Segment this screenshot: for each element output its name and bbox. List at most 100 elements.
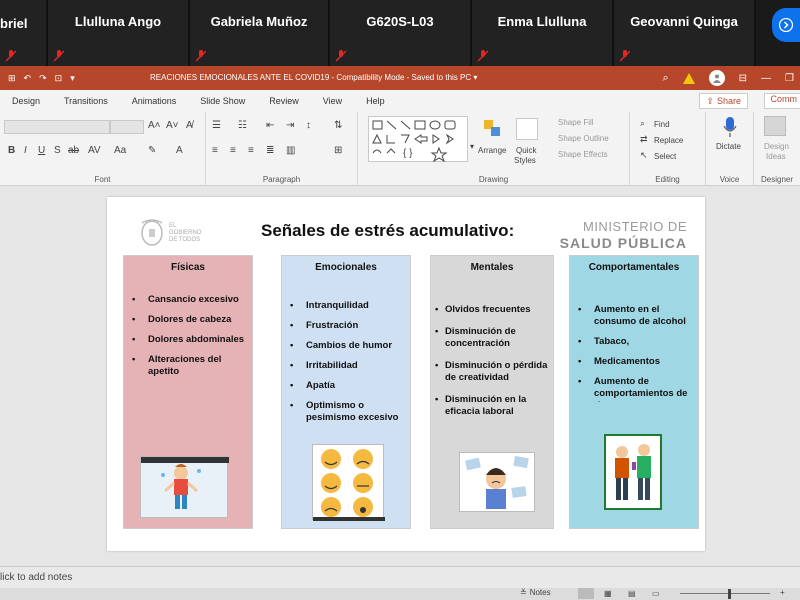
font-size-select[interactable] [110, 120, 144, 134]
dictate-button[interactable]: Dictate [716, 142, 741, 151]
notes-toggle-button[interactable]: ≚ Notes [520, 588, 551, 597]
font-color-icon[interactable]: A [176, 145, 183, 156]
tab-review[interactable]: Review [269, 96, 299, 106]
shape-fill-button[interactable]: Shape Fill [558, 118, 594, 127]
replace-button[interactable]: Replace [654, 136, 683, 145]
design-ideas-label-1[interactable]: Design [764, 142, 789, 151]
reading-view-icon[interactable]: ▤ [628, 589, 636, 598]
list-item: Irritabilidad [286, 360, 406, 372]
zoom-slider-thumb[interactable] [728, 589, 731, 599]
find-icon[interactable]: ⌕ [640, 118, 645, 129]
select-button[interactable]: Select [654, 152, 676, 161]
text-direction-icon[interactable]: ⇅ [334, 120, 342, 131]
tired-person-icon [141, 457, 229, 509]
participant-tile[interactable]: Gabriela Muñoz [190, 0, 330, 66]
participant-tile[interactable]: Enma Llulluna [472, 0, 614, 66]
decrease-font-icon[interactable]: A˅ [166, 120, 179, 131]
shape-outline-button[interactable]: Shape Outline [558, 134, 609, 143]
arrange-icon[interactable] [482, 118, 502, 138]
participant-tile[interactable]: Geovanni Quinga [614, 0, 756, 66]
tired-person-illustration [140, 456, 229, 518]
customize-dropdown-icon[interactable]: ▾ [70, 73, 75, 84]
char-spacing-icon[interactable]: AV [88, 145, 101, 156]
columns-icon[interactable]: ▥ [286, 145, 295, 156]
gallery-more-icon[interactable]: ▾ [470, 142, 474, 151]
underline-icon[interactable]: U [38, 145, 45, 156]
arrange-label[interactable]: Arrange [478, 146, 506, 155]
participant-tile[interactable]: briel [0, 0, 48, 66]
numbering-icon[interactable]: ☷ [238, 120, 247, 131]
share-button[interactable]: ⇪ Share [699, 93, 748, 109]
participant-tile[interactable]: G620S-L03 [330, 0, 472, 66]
zoom-slider[interactable] [680, 593, 770, 594]
find-button[interactable]: Find [654, 120, 670, 129]
voice-group: Dictate Voice [706, 112, 754, 186]
column-title: Emocionales [315, 262, 377, 273]
decrease-indent-icon[interactable]: ⇤ [266, 120, 274, 131]
highlight-icon[interactable]: ✎ [148, 145, 156, 156]
line-spacing-icon[interactable]: ↕ [306, 120, 311, 131]
italic-icon[interactable]: I [24, 145, 27, 156]
column-title: Comportamentales [588, 262, 680, 273]
emotion-faces-icon [313, 449, 385, 521]
participant-tile[interactable]: Llulluna Ango [48, 0, 190, 66]
increase-font-icon[interactable]: A˄ [148, 120, 161, 131]
quick-styles-icon[interactable] [516, 118, 538, 140]
shape-effects-button[interactable]: Shape Effects [558, 150, 608, 159]
column-fisicas[interactable]: Físicas Cansancio excesivo Dolores de ca… [123, 255, 253, 529]
minimize-icon[interactable]: — [761, 73, 771, 84]
comments-button[interactable]: Comm [763, 93, 800, 109]
align-center-icon[interactable]: ≡ [230, 145, 236, 156]
warning-icon[interactable] [682, 72, 695, 84]
shapes-gallery[interactable]: { } [368, 116, 468, 163]
tab-design[interactable]: Design [12, 96, 40, 106]
design-ideas-label-2[interactable]: Ideas [766, 152, 786, 161]
change-case-icon[interactable]: Aa [114, 145, 126, 156]
search-icon[interactable]: ⌕ [662, 72, 668, 85]
list-item: Optimismo o pesimismo excesivo [286, 400, 406, 426]
slideshow-icon[interactable]: ⊡ [55, 73, 63, 84]
tab-slide-show[interactable]: Slide Show [200, 96, 245, 106]
replace-icon[interactable]: ⇄ [640, 134, 648, 145]
autosave-icon[interactable]: ⊞ [8, 73, 16, 84]
quick-styles-label-1[interactable]: Quick [516, 146, 536, 155]
quick-styles-label-2[interactable]: Styles [514, 156, 536, 165]
undo-icon[interactable]: ↶ [24, 73, 32, 84]
slideshow-view-icon[interactable]: ▭ [652, 589, 660, 598]
select-icon[interactable]: ↖ [640, 150, 648, 161]
ribbon-display-icon[interactable]: ⊟ [739, 73, 747, 84]
document-title[interactable]: REACIONES EMOCIONALES ANTE EL COVID19 - … [150, 73, 477, 82]
slide-sorter-icon[interactable]: ▦ [604, 589, 612, 598]
tab-transitions[interactable]: Transitions [64, 96, 108, 106]
share-label: Share [716, 96, 741, 106]
justify-icon[interactable]: ≣ [266, 145, 274, 156]
tab-help[interactable]: Help [366, 96, 385, 106]
align-left-icon[interactable]: ≡ [212, 145, 218, 156]
normal-view-icon[interactable] [578, 588, 594, 599]
shadow-icon[interactable]: S [54, 145, 61, 156]
redo-icon[interactable]: ↷ [39, 73, 47, 84]
smartart-icon[interactable]: ⊞ [334, 145, 342, 156]
font-name-select[interactable] [4, 120, 110, 134]
increase-indent-icon[interactable]: ⇥ [286, 120, 294, 131]
microphone-icon[interactable] [722, 116, 738, 140]
account-avatar[interactable] [708, 70, 725, 86]
restore-icon[interactable]: ❐ [785, 73, 794, 84]
tab-animations[interactable]: Animations [132, 96, 177, 106]
bullets-icon[interactable]: ☰ [212, 120, 221, 131]
bold-icon[interactable]: B [8, 145, 15, 156]
tab-view[interactable]: View [323, 96, 342, 106]
strikethrough-icon[interactable]: ab [68, 145, 79, 156]
column-mentales[interactable]: Mentales Olvidos frecuentes Disminución … [430, 255, 554, 529]
column-emocionales[interactable]: Emocionales Intranquilidad Frustración C… [281, 255, 411, 529]
notes-pane[interactable]: lick to add notes [0, 566, 800, 588]
next-participants-button[interactable] [772, 8, 800, 42]
slide-editing-area[interactable]: EL GOBIERNO DE TODOS Señales de estrés a… [0, 186, 800, 566]
slide-title[interactable]: Señales de estrés acumulativo: [261, 221, 514, 241]
design-ideas-icon[interactable] [764, 116, 786, 136]
slide-canvas[interactable]: EL GOBIERNO DE TODOS Señales de estrés a… [107, 197, 705, 551]
zoom-in-icon[interactable]: + [780, 588, 785, 597]
align-right-icon[interactable]: ≡ [248, 145, 254, 156]
column-comportamentales[interactable]: Comportamentales Aumento en el consumo d… [569, 255, 699, 529]
clear-format-icon[interactable]: A̸ [186, 120, 193, 131]
